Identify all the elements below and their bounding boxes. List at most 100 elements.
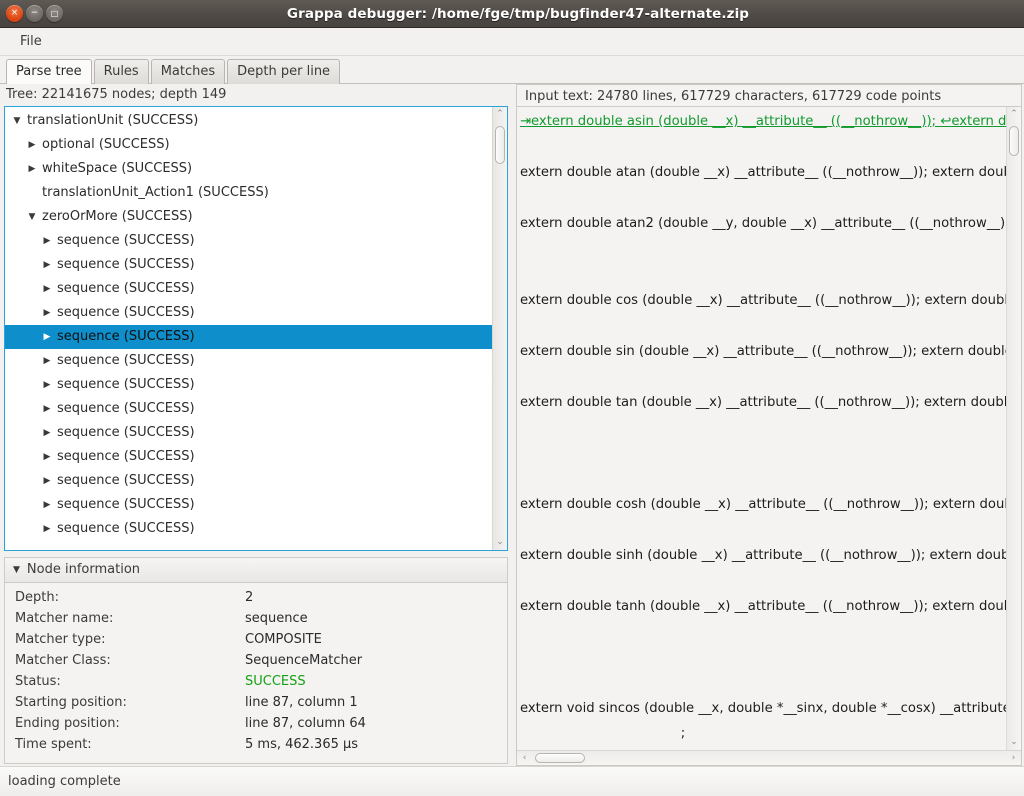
collapsed-triangle-icon[interactable]: ▶	[39, 397, 55, 421]
node-information-body: Depth: 2 Matcher name: sequence Matcher type…	[5, 583, 507, 763]
node-info-key: Ending position:	[15, 716, 120, 731]
tree-row[interactable]: ▶ sequence (SUCCESS)	[5, 445, 492, 469]
tree-vertical-scrollbar[interactable]: ⌃ ⌄	[492, 107, 507, 550]
node-info-value: line 87, column 1	[245, 695, 358, 710]
node-info-row: Time spent: 5 ms, 462.365 µs	[5, 734, 507, 755]
menu-item-file[interactable]: File	[12, 32, 50, 51]
tree-row-label: sequence (SUCCESS)	[57, 425, 195, 440]
scroll-down-icon[interactable]: ⌄	[493, 535, 507, 550]
tree-row[interactable]: ▶ whiteSpace (SUCCESS)	[5, 157, 492, 181]
input-text-pane: Input text: 24780 lines, 617729 characte…	[516, 84, 1024, 766]
input-text-line	[520, 415, 1006, 441]
tree-row-label: sequence (SUCCESS)	[57, 377, 195, 392]
tree-row-label: sequence (SUCCESS)	[57, 497, 195, 512]
tab-depth-per-line[interactable]: Depth per line	[227, 59, 341, 84]
tree-row[interactable]: ▶ sequence (SUCCESS)	[5, 277, 492, 301]
collapsed-triangle-icon[interactable]: ▶	[39, 325, 55, 349]
expanded-triangle-icon[interactable]: ▼	[9, 109, 25, 133]
text-hscroll-track[interactable]	[532, 751, 1006, 765]
input-text-line: extern double atan (double __x) __attrib…	[520, 165, 1006, 180]
tab-matches[interactable]: Matches	[150, 59, 226, 84]
collapsed-triangle-icon[interactable]: ▶	[24, 133, 40, 157]
tab-parse-tree[interactable]: Parse tree	[6, 59, 92, 84]
input-text-line: extern double cos (double __x) __attribu…	[520, 292, 1006, 308]
text-scroll-right-icon[interactable]: ›	[1006, 751, 1021, 766]
text-horizontal-scrollbar[interactable]: ‹ ›	[517, 750, 1021, 765]
tab-rules[interactable]: Rules	[93, 59, 149, 84]
collapsed-triangle-icon[interactable]: ▶	[39, 421, 55, 445]
tree-row[interactable]: ▶ sequence (SUCCESS)	[5, 253, 492, 277]
node-info-row: Matcher Class: SequenceMatcher	[5, 650, 507, 671]
tree-row-label: translationUnit (SUCCESS)	[27, 113, 199, 128]
collapsed-triangle-icon[interactable]: ▶	[39, 469, 55, 493]
tree-row[interactable]: ▶ sequence (SUCCESS)	[5, 493, 492, 517]
node-info-value: line 87, column 64	[245, 716, 366, 731]
tree-row[interactable]: translationUnit_Action1 (SUCCESS)	[5, 181, 492, 205]
minimize-icon: −	[30, 8, 39, 18]
application-window: × − □ Grappa debugger: /home/fge/tmp/bug…	[0, 0, 1024, 796]
scroll-up-icon[interactable]: ⌃	[493, 107, 507, 122]
tree-row[interactable]: ▶ sequence (SUCCESS)	[5, 517, 492, 541]
collapsed-triangle-icon[interactable]: ▶	[24, 157, 40, 181]
collapsed-triangle-icon[interactable]: ▶	[39, 349, 55, 373]
menu-bar: File	[0, 28, 1024, 56]
input-text-line	[520, 568, 1006, 594]
tree-scroll-thumb[interactable]	[495, 126, 505, 164]
input-text-line: extern double sin (double __x) __attribu…	[520, 343, 1006, 359]
tree-row[interactable]: ▶ sequence (SUCCESS)	[5, 373, 492, 397]
text-scroll-thumb[interactable]	[1009, 126, 1019, 156]
node-info-value: SUCCESS	[245, 674, 306, 689]
collapsed-triangle-icon[interactable]: ▶	[39, 493, 55, 517]
tree-row[interactable]: ▶ sequence (SUCCESS)	[5, 421, 492, 445]
tree-summary-label: Tree: 22141675 nodes; depth 149	[0, 84, 512, 106]
expanded-triangle-icon[interactable]: ▼	[24, 205, 40, 229]
window-maximize-button[interactable]: □	[46, 5, 63, 22]
input-text-line	[520, 262, 1006, 288]
input-text-view: ⇥extern double asin (double __x) __attri…	[516, 106, 1022, 766]
input-text-line: extern double sinh (double __x) __attrib…	[520, 547, 1006, 563]
tree-row[interactable]: ▶ sequence (SUCCESS)	[5, 397, 492, 421]
input-text-line	[520, 135, 1006, 161]
window-minimize-button[interactable]: −	[26, 5, 43, 22]
tree-row[interactable]: ▶ sequence (SUCCESS)	[5, 229, 492, 253]
parse-tree-pane: Tree: 22141675 nodes; depth 149 ▼ transla…	[0, 84, 512, 766]
tree-row-label: sequence (SUCCESS)	[57, 233, 195, 248]
tree-row-label: sequence (SUCCESS)	[57, 353, 195, 368]
collapsed-triangle-icon[interactable]: ▶	[39, 253, 55, 277]
collapsed-triangle-icon[interactable]: ▶	[39, 517, 55, 541]
tree-row[interactable]: ▼ zeroOrMore (SUCCESS)	[5, 205, 492, 229]
text-scroll-track[interactable]	[1007, 122, 1021, 735]
input-text-line-highlighted: ⇥extern double asin (double __x) __attri…	[520, 114, 1006, 129]
collapsed-triangle-icon[interactable]: ▶	[39, 445, 55, 469]
input-text-content[interactable]: ⇥extern double asin (double __x) __attri…	[517, 107, 1006, 750]
tree-scroll-track[interactable]	[493, 122, 507, 535]
tree-row-label: sequence (SUCCESS)	[57, 305, 195, 320]
collapsed-triangle-icon[interactable]: ▶	[39, 229, 55, 253]
parse-tree-list[interactable]: ▼ translationUnit (SUCCESS) ▶ optional (SUC…	[5, 107, 492, 550]
tree-row[interactable]: ▶ sequence (SUCCESS)	[5, 469, 492, 493]
input-text-line	[520, 313, 1006, 339]
text-scroll-left-icon[interactable]: ‹	[517, 751, 532, 766]
node-info-row: Matcher type: COMPOSITE	[5, 629, 507, 650]
tree-row-label: sequence (SUCCESS)	[57, 257, 195, 272]
collapsed-triangle-icon[interactable]: ▶	[39, 301, 55, 325]
input-text-line: extern double atan2 (double __y, double …	[520, 216, 1006, 231]
node-information-title: Node information	[26, 562, 141, 577]
tree-row[interactable]: ▶ optional (SUCCESS)	[5, 133, 492, 157]
tree-row-label: zeroOrMore (SUCCESS)	[42, 209, 193, 224]
node-info-row: Status: SUCCESS	[5, 671, 507, 692]
tree-row[interactable]: ▶ sequence (SUCCESS)	[5, 301, 492, 325]
window-close-button[interactable]: ×	[6, 5, 23, 22]
input-text-inner: ⇥extern double asin (double __x) __attri…	[517, 107, 1021, 750]
tree-row[interactable]: ▼ translationUnit (SUCCESS)	[5, 109, 492, 133]
tree-row[interactable]: ▶ sequence (SUCCESS)	[5, 349, 492, 373]
text-scroll-down-icon[interactable]: ⌄	[1007, 735, 1021, 750]
text-vertical-scrollbar[interactable]: ⌃ ⌄	[1006, 107, 1021, 750]
node-information-header[interactable]: ▼ Node information	[5, 558, 507, 583]
collapse-triangle-icon: ▼	[13, 565, 20, 575]
tree-row[interactable]: ▶ sequence (SUCCESS)	[5, 325, 492, 349]
collapsed-triangle-icon[interactable]: ▶	[39, 373, 55, 397]
text-scroll-up-icon[interactable]: ⌃	[1007, 107, 1021, 122]
text-hscroll-thumb[interactable]	[535, 753, 585, 763]
collapsed-triangle-icon[interactable]: ▶	[39, 277, 55, 301]
